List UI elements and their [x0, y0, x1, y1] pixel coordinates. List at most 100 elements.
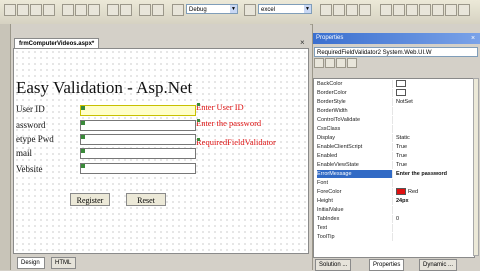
project-value: excel	[261, 7, 276, 13]
validator-icon	[197, 103, 200, 106]
reset-button[interactable]: Reset	[126, 193, 166, 206]
align-right-icon[interactable]	[406, 4, 418, 16]
property-row[interactable]: BorderStyle NotSet	[314, 98, 474, 106]
chevron-down-icon: ▼	[230, 5, 237, 13]
cut-icon[interactable]	[62, 4, 74, 16]
find-icon[interactable]	[244, 4, 256, 16]
dynamic-tab-label: Dynamic ...	[423, 262, 454, 268]
property-row[interactable]: BackColor	[314, 80, 474, 88]
project-select[interactable]: excel ▼	[258, 4, 312, 14]
new-file-icon[interactable]	[4, 4, 16, 16]
class-view-icon[interactable]	[359, 4, 371, 16]
property-row[interactable]: Enabled True	[314, 152, 474, 160]
property-row[interactable]: EnableViewState True	[314, 161, 474, 169]
save-icon[interactable]	[30, 4, 42, 16]
toolbox-icon[interactable]	[346, 4, 358, 16]
website-label: Vebsite	[16, 164, 43, 174]
property-row[interactable]: InitialValue	[314, 206, 474, 214]
validator-icon	[197, 138, 200, 141]
chevron-down-icon: ▼	[304, 5, 311, 13]
required-field-validator[interactable]: RequiredFieldValidator	[196, 137, 276, 147]
property-value[interactable]: Enter the password	[396, 170, 474, 178]
italic-icon[interactable]	[432, 4, 444, 16]
property-row[interactable]: Font	[314, 179, 474, 187]
tab-solution-explorer[interactable]: Solution ...	[315, 259, 352, 271]
property-name: BackColor	[317, 80, 393, 88]
property-row-selected[interactable]: ErrorMessage Enter the password	[314, 170, 474, 178]
password-textbox[interactable]	[80, 120, 196, 131]
property-row[interactable]: ForeColor Red	[314, 188, 474, 196]
property-row[interactable]: TabIndex 0	[314, 215, 474, 223]
forecolor-value: Red	[408, 189, 419, 195]
property-row[interactable]: EnableClientScript True	[314, 143, 474, 151]
tab-properties[interactable]: Properties	[369, 259, 405, 271]
navigate-forward-icon[interactable]	[152, 4, 164, 16]
user-id-validator[interactable]: Enter User ID	[196, 102, 244, 112]
tab-html[interactable]: HTML	[51, 257, 77, 269]
configuration-select[interactable]: Debug ▼	[186, 4, 238, 14]
server-control-icon	[81, 106, 85, 110]
property-name: BorderColor	[317, 89, 393, 97]
main-toolbar: Debug ▼ excel ▼	[0, 0, 480, 25]
undo-icon[interactable]	[107, 4, 119, 16]
view-tabs: Design HTML	[13, 255, 309, 270]
property-pages-icon[interactable]	[347, 58, 357, 68]
property-name: Height	[317, 197, 393, 205]
property-name: ControlToValidate	[317, 116, 393, 124]
save-all-icon[interactable]	[43, 4, 55, 16]
property-row[interactable]: CssClass	[314, 125, 474, 133]
server-control-icon	[81, 135, 85, 139]
tab-design[interactable]: Design	[17, 257, 45, 269]
property-row[interactable]: Text	[314, 224, 474, 232]
toolbox-strip[interactable]	[0, 24, 11, 270]
property-row[interactable]: ToolTip	[314, 233, 474, 241]
property-name: Display	[317, 134, 393, 142]
panel-tabs: Solution ... Properties Dynamic ...	[313, 257, 480, 271]
website-textbox[interactable]	[80, 163, 196, 174]
page-heading: Easy Validation - Asp.Net	[16, 78, 193, 97]
bold-icon[interactable]	[419, 4, 431, 16]
properties-window-icon[interactable]	[333, 4, 345, 16]
property-scrollbar[interactable]	[473, 78, 479, 256]
property-row[interactable]: BorderColor	[314, 89, 474, 97]
start-debug-icon[interactable]	[172, 4, 184, 16]
user-id-textbox[interactable]	[80, 105, 196, 116]
email-textbox[interactable]	[80, 148, 196, 159]
property-row[interactable]: Height 24px	[314, 197, 474, 205]
color-swatch	[396, 89, 406, 97]
solution-explorer-icon[interactable]	[320, 4, 332, 16]
font-color-icon[interactable]	[458, 4, 470, 16]
redo-icon[interactable]	[120, 4, 132, 16]
align-center-icon[interactable]	[393, 4, 405, 16]
property-value: True	[396, 162, 408, 168]
navigate-back-icon[interactable]	[139, 4, 151, 16]
property-row[interactable]: BorderWidth	[314, 107, 474, 115]
property-row[interactable]: ControlToValidate	[314, 116, 474, 124]
copy-icon[interactable]	[75, 4, 87, 16]
tab-dynamic-help[interactable]: Dynamic ...	[419, 259, 458, 271]
validator-icon	[197, 119, 200, 122]
close-icon[interactable]: ×	[300, 38, 305, 48]
align-left-icon[interactable]	[380, 4, 392, 16]
property-value: 24px	[396, 198, 409, 204]
open-folder-icon[interactable]	[17, 4, 29, 16]
server-control-icon	[81, 149, 85, 153]
object-select[interactable]: RequiredFieldValidator2 System.Web.UI.W	[314, 47, 478, 57]
retype-password-textbox[interactable]	[80, 134, 196, 145]
password-label: assword	[16, 120, 46, 130]
categorized-icon[interactable]	[314, 58, 324, 68]
events-icon[interactable]	[336, 58, 346, 68]
alphabetical-icon[interactable]	[325, 58, 335, 68]
color-swatch	[396, 80, 406, 88]
solution-tab-label: Solution ...	[319, 262, 348, 268]
close-icon[interactable]: ×	[471, 33, 475, 44]
property-value: True	[396, 144, 408, 150]
property-name: ToolTip	[317, 233, 393, 241]
property-row[interactable]: Display Static	[314, 134, 474, 142]
password-validator[interactable]: Enter the password	[196, 118, 261, 128]
paste-icon[interactable]	[88, 4, 100, 16]
property-name: CssClass	[317, 125, 393, 133]
register-button[interactable]: Register	[70, 193, 110, 206]
underline-icon[interactable]	[445, 4, 457, 16]
property-name: BorderWidth	[317, 107, 393, 115]
